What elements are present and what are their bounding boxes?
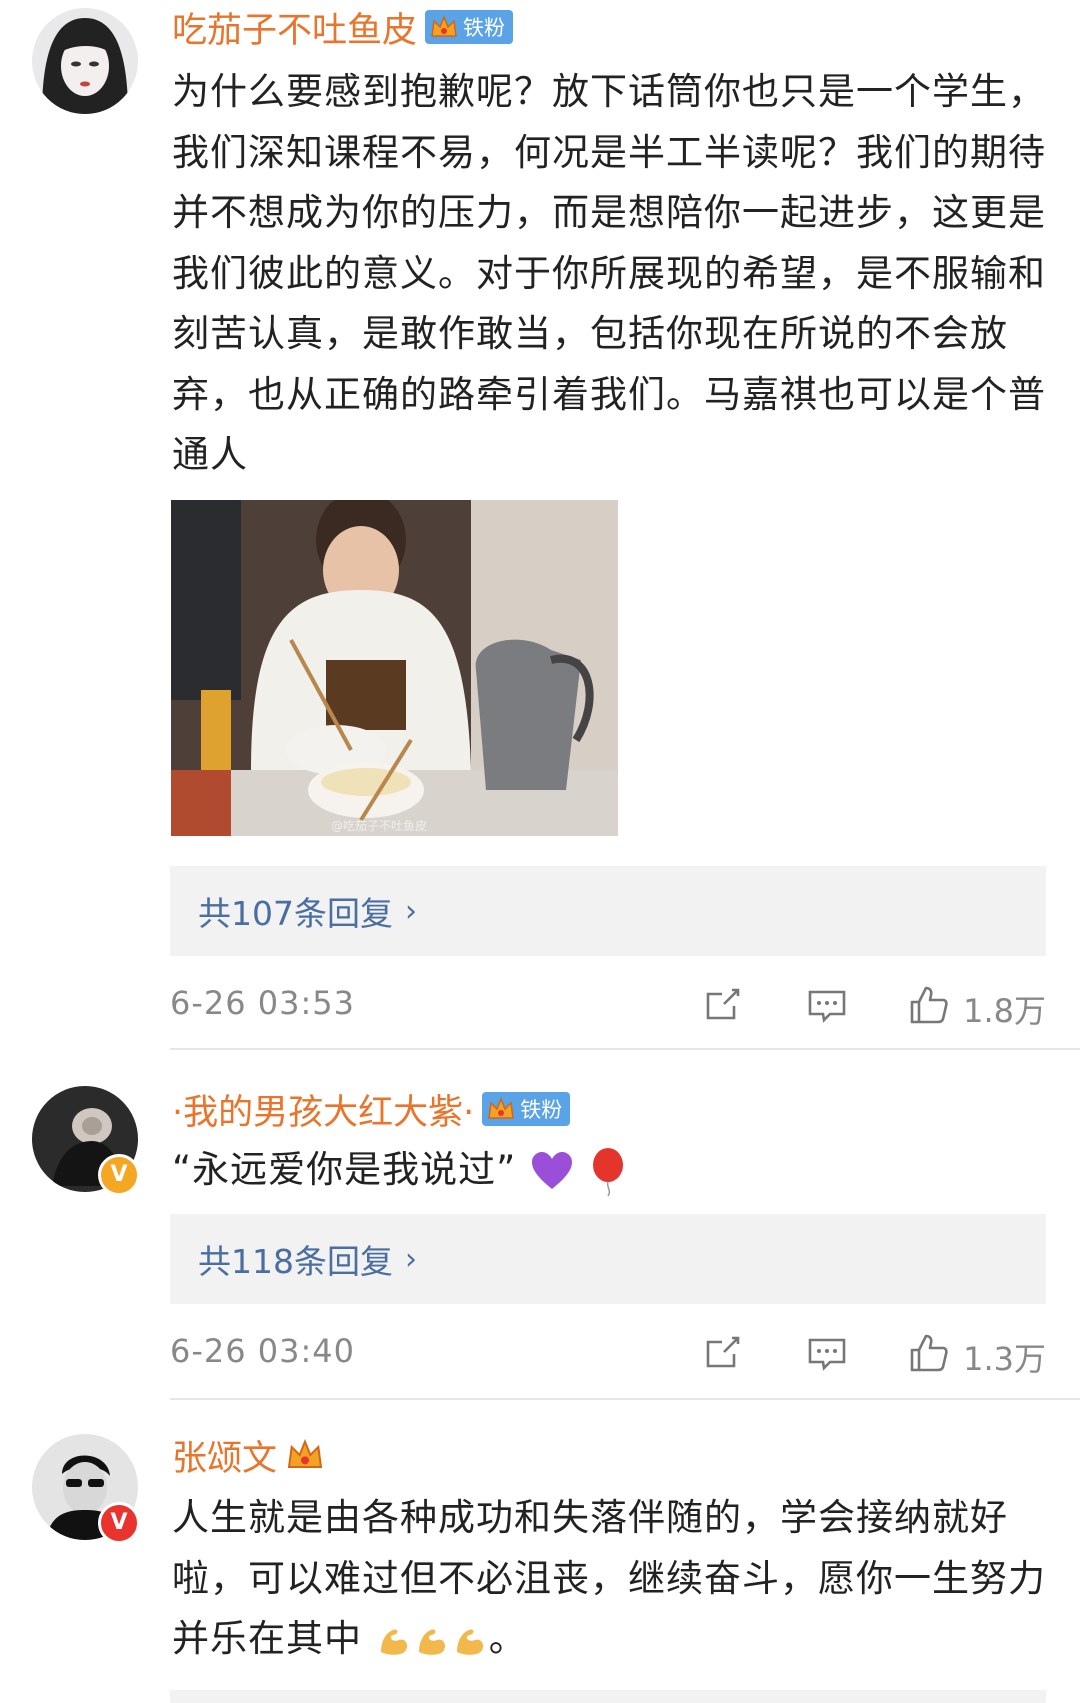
flexed-biceps-icon: [418, 1628, 445, 1655]
replies-count: 共107条回复: [198, 894, 393, 933]
username-row: 吃茄子不吐鱼皮 铁粉: [172, 2, 514, 53]
replies-count: 共118条回复: [198, 1242, 393, 1281]
like-count: 1.3万: [963, 1340, 1046, 1378]
image-watermark: @吃茄子不吐鱼皮: [331, 819, 428, 833]
view-replies-link[interactable]: 共107条回复 ›: [198, 887, 417, 935]
fan-badge: 铁粉: [425, 10, 514, 44]
username[interactable]: ·我的男孩大红大紫·: [172, 1084, 474, 1135]
comment-meta: 6-26 03:40 1.3万: [170, 1322, 1046, 1382]
comment-icon[interactable]: [806, 984, 848, 1026]
comment-meta: 6-26 03:53 1.8万: [170, 974, 1046, 1034]
fan-badge-label: 铁粉: [520, 1098, 563, 1122]
avatar[interactable]: V: [32, 1086, 140, 1196]
photo-illustration: [171, 500, 618, 836]
flexed-biceps-icon: [380, 1628, 407, 1655]
comment-text: 人生就是由各种成功和失落伴随的，学会接纳就好啦，可以难过但不必沮丧，继续奋斗，愿…: [172, 1488, 1052, 1670]
flexed-biceps-icon: [456, 1628, 483, 1655]
crown-icon: [488, 1096, 515, 1119]
comment-text-content: “永远爱你是我说过”: [172, 1148, 517, 1191]
purple-heart-icon: [532, 1151, 573, 1189]
share-icon[interactable]: [702, 984, 744, 1026]
chevron-right-icon: ›: [405, 1241, 417, 1277]
divider: [170, 1048, 1080, 1050]
comment-text: “永远爱你是我说过”: [172, 1140, 1052, 1201]
timestamp: 6-26 03:40: [170, 1332, 356, 1370]
comment-image[interactable]: @吃茄子不吐鱼皮: [171, 500, 618, 836]
fan-badge-label: 铁粉: [463, 16, 506, 40]
username[interactable]: 张颂文: [172, 1430, 277, 1481]
view-replies-link[interactable]: 共118条回复 ›: [198, 1235, 417, 1283]
comment-text-content: 人生就是由各种成功和失落伴随的，学会接纳就好啦，可以难过但不必沮丧，继续奋斗，愿…: [172, 1496, 1046, 1660]
divider: [170, 1690, 1046, 1703]
comment-icon[interactable]: [806, 1332, 848, 1374]
like-count: 1.8万: [963, 992, 1046, 1030]
fan-badge: 铁粉: [482, 1092, 571, 1126]
like-icon[interactable]: [908, 1332, 950, 1374]
chevron-right-icon: ›: [405, 893, 417, 929]
comment-text-end: 。: [488, 1617, 527, 1660]
verified-badge: V: [98, 1154, 140, 1196]
verified-badge: V: [98, 1502, 140, 1544]
like-icon[interactable]: [908, 984, 950, 1026]
comment-text: 为什么要感到抱歉呢？放下话筒你也只是一个学生，我们深知课程不易，何况是半工半读呢…: [172, 70, 1046, 476]
replies-box[interactable]: 共107条回复 ›: [170, 866, 1046, 956]
username[interactable]: 吃茄子不吐鱼皮: [172, 2, 417, 53]
crown-icon: [287, 1438, 323, 1468]
avatar[interactable]: [32, 8, 138, 114]
divider: [170, 1398, 1080, 1400]
username-row: ·我的男孩大红大紫· 铁粉: [172, 1084, 571, 1135]
timestamp: 6-26 03:53: [170, 984, 356, 1022]
replies-box[interactable]: 共118条回复 ›: [170, 1214, 1046, 1304]
balloon-icon: [592, 1147, 623, 1196]
avatar[interactable]: V: [32, 1434, 140, 1544]
share-icon[interactable]: [702, 1332, 744, 1374]
crown-icon: [431, 14, 457, 37]
username-row: 张颂文: [172, 1430, 325, 1480]
